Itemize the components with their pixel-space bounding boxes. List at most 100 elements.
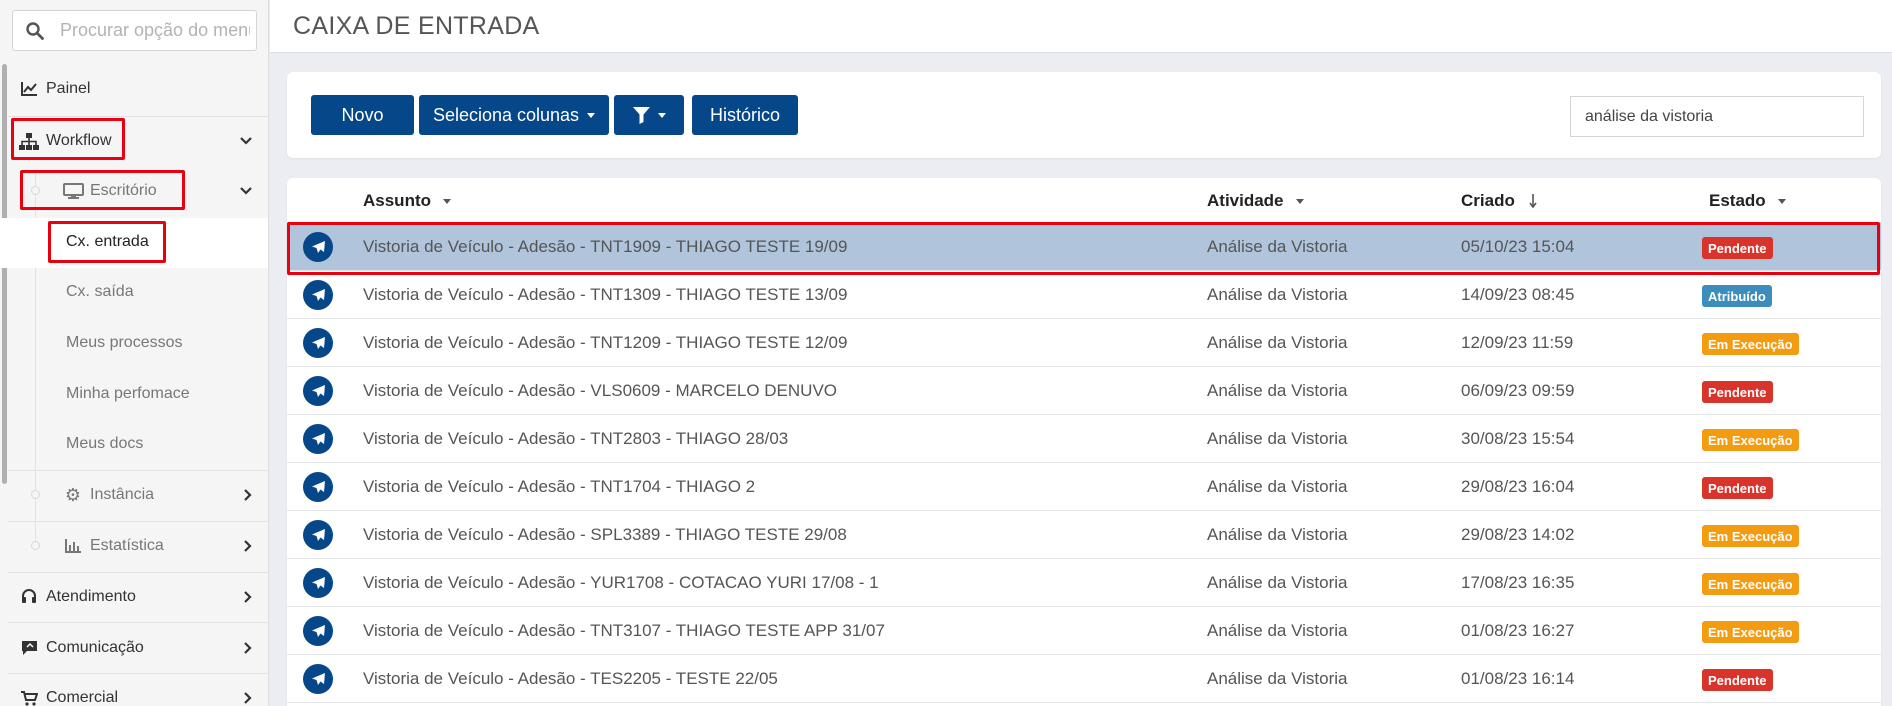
sidebar-item-meus-docs[interactable]: Meus docs	[66, 435, 143, 453]
seleciona-colunas-label: Seleciona colunas	[432, 104, 580, 125]
chevron-right-icon	[244, 540, 252, 552]
cell-assunto: Vistoria de Veículo - Adesão - TNT1309 -…	[363, 285, 848, 304]
paper-plane-icon[interactable]	[303, 520, 333, 550]
cell-criado: 12/09/23 11:59	[1461, 333, 1574, 352]
cell-atividade: Análise da Vistoria	[1207, 525, 1348, 544]
filter-button[interactable]	[614, 95, 684, 135]
toolbar: Novo Seleciona colunas Histórico	[287, 72, 1881, 158]
table-header: Assunto Atividade Criado Estado	[287, 178, 1881, 223]
column-header-label: Estado	[1709, 191, 1766, 210]
paper-plane-icon[interactable]	[303, 568, 333, 598]
search-icon	[26, 21, 44, 40]
sort-caret-icon	[1777, 198, 1786, 204]
column-header-label: Assunto	[363, 191, 431, 210]
sidebar: Painel Workflow Escritório Cx. entrada C…	[0, 0, 269, 706]
table-row[interactable]: Vistoria de Veículo - Adesão - TNT2803 -…	[287, 415, 1881, 463]
paper-plane-icon[interactable]	[303, 424, 333, 454]
novo-button[interactable]: Novo	[311, 95, 414, 135]
table-row[interactable]: Vistoria de Veículo - Adesão - TNT3107 -…	[287, 607, 1881, 655]
paper-plane-icon[interactable]	[303, 376, 333, 406]
page-header: CAIXA DE ENTRADA	[270, 0, 1892, 53]
selected-row-highlight	[287, 222, 1880, 275]
table-row[interactable]: Vistoria de Veículo - Adesão - TNT1704 -…	[287, 463, 1881, 511]
table-row[interactable]: Vistoria de Veículo - Adesão - TNT1309 -…	[287, 271, 1881, 319]
column-header-criado[interactable]: Criado	[1461, 191, 1537, 211]
cell-assunto: Vistoria de Veículo - Adesão - TNT2803 -…	[363, 429, 789, 448]
cell-assunto: Vistoria de Veículo - Adesão - YUR1708 -…	[363, 573, 879, 592]
seleciona-colunas-button[interactable]: Seleciona colunas	[419, 95, 609, 135]
sort-caret-icon	[443, 198, 451, 204]
column-header-atividade[interactable]: Atividade	[1207, 191, 1304, 211]
column-header-label: Atividade	[1207, 191, 1284, 210]
status-badge: Em Execução	[1702, 573, 1799, 595]
cell-criado: 01/08/23 16:14	[1461, 669, 1575, 688]
paper-plane-icon[interactable]	[303, 616, 333, 646]
sidebar-item-cx-saida[interactable]: Cx. saída	[66, 283, 134, 301]
sidebar-item-label: Atendimento	[46, 588, 136, 605]
cell-assunto: Vistoria de Veículo - Adesão - TNT1704 -…	[363, 477, 756, 496]
chevron-down-icon	[240, 187, 252, 195]
column-header-estado[interactable]: Estado	[1709, 191, 1786, 211]
chevron-right-icon	[244, 489, 252, 501]
workflow-highlight	[11, 118, 125, 160]
table-row[interactable]: Vistoria de Veículo - Adesão - YUR1708 -…	[287, 559, 1881, 607]
message-icon	[18, 640, 40, 656]
cell-criado: 30/08/23 15:54	[1461, 429, 1575, 448]
cell-atividade: Análise da Vistoria	[1207, 333, 1348, 352]
sidebar-item-label: Comercial	[46, 689, 119, 706]
column-header-assunto[interactable]: Assunto	[363, 191, 451, 211]
sidebar-item-minha-performance[interactable]: Minha perfomace	[66, 385, 190, 403]
cell-assunto: Vistoria de Veículo - Adesão - TNT3107 -…	[363, 621, 885, 640]
cell-assunto: Vistoria de Veículo - Adesão - SPL3389 -…	[363, 525, 847, 544]
cell-assunto: Vistoria de Veículo - Adesão - TES2205 -…	[363, 669, 778, 688]
gear-icon: ⚙	[64, 484, 82, 505]
sort-caret-icon	[1295, 198, 1304, 204]
table-row[interactable]: Vistoria de Veículo - Adesão - TNT1209 -…	[287, 319, 1881, 367]
sidebar-item-label: Instância	[90, 486, 155, 503]
caret-down-icon	[587, 112, 596, 118]
cell-atividade: Análise da Vistoria	[1207, 621, 1348, 640]
status-badge: Pendente	[1702, 477, 1773, 499]
caret-down-icon	[657, 112, 666, 118]
sidebar-item-painel[interactable]: Painel	[0, 74, 268, 104]
status-badge: Em Execução	[1702, 429, 1799, 451]
cell-criado: 17/08/23 16:35	[1461, 573, 1575, 592]
sort-desc-icon	[1529, 194, 1537, 208]
sidebar-item-meus-processos[interactable]: Meus processos	[66, 334, 183, 352]
paper-plane-icon[interactable]	[303, 280, 333, 310]
sidebar-item-label: Comunicação	[46, 639, 144, 656]
table-row[interactable]: Vistoria de Veículo - Adesão - SPL3389 -…	[287, 511, 1881, 559]
cell-atividade: Análise da Vistoria	[1207, 669, 1348, 688]
chevron-right-icon	[244, 591, 252, 603]
sidebar-item-label: Painel	[46, 80, 91, 97]
cell-criado: 14/09/23 08:45	[1461, 285, 1575, 304]
status-badge: Em Execução	[1702, 333, 1799, 355]
table-row[interactable]: Vistoria de Veículo - Adesão - TES2205 -…	[287, 655, 1881, 703]
bar-chart-icon	[62, 539, 84, 553]
sidebar-item-atendimento[interactable]: Atendimento	[0, 582, 268, 612]
paper-plane-icon[interactable]	[303, 664, 333, 694]
sidebar-item-estatistica[interactable]: Estatística	[0, 531, 268, 561]
historico-button[interactable]: Histórico	[692, 95, 798, 135]
cell-criado: 06/09/23 09:59	[1461, 381, 1575, 400]
novo-button-label: Novo	[341, 104, 384, 125]
cell-atividade: Análise da Vistoria	[1207, 381, 1348, 400]
status-badge: Pendente	[1702, 381, 1773, 403]
menu-search[interactable]	[12, 10, 257, 51]
sidebar-item-comunicacao[interactable]: Comunicação	[0, 633, 268, 663]
paper-plane-icon[interactable]	[303, 472, 333, 502]
headset-icon	[18, 589, 40, 605]
sidebar-item-instancia[interactable]: ⚙ Instância	[0, 480, 268, 510]
sidebar-item-comercial[interactable]: Comercial	[0, 683, 268, 706]
status-badge: Pendente	[1702, 669, 1773, 691]
chevron-down-icon	[240, 137, 252, 145]
cell-criado: 01/08/23 16:27	[1461, 621, 1575, 640]
filter-input[interactable]	[1570, 96, 1864, 137]
menu-search-input[interactable]	[60, 20, 250, 41]
table-row[interactable]: Vistoria de Veículo - Adesão - VLS0609 -…	[287, 367, 1881, 415]
paper-plane-icon[interactable]	[303, 328, 333, 358]
escritorio-highlight	[20, 170, 185, 210]
line-chart-icon	[18, 82, 40, 96]
sidebar-item-label: Estatística	[90, 537, 164, 554]
cell-assunto: Vistoria de Veículo - Adesão - TNT1209 -…	[363, 333, 848, 352]
